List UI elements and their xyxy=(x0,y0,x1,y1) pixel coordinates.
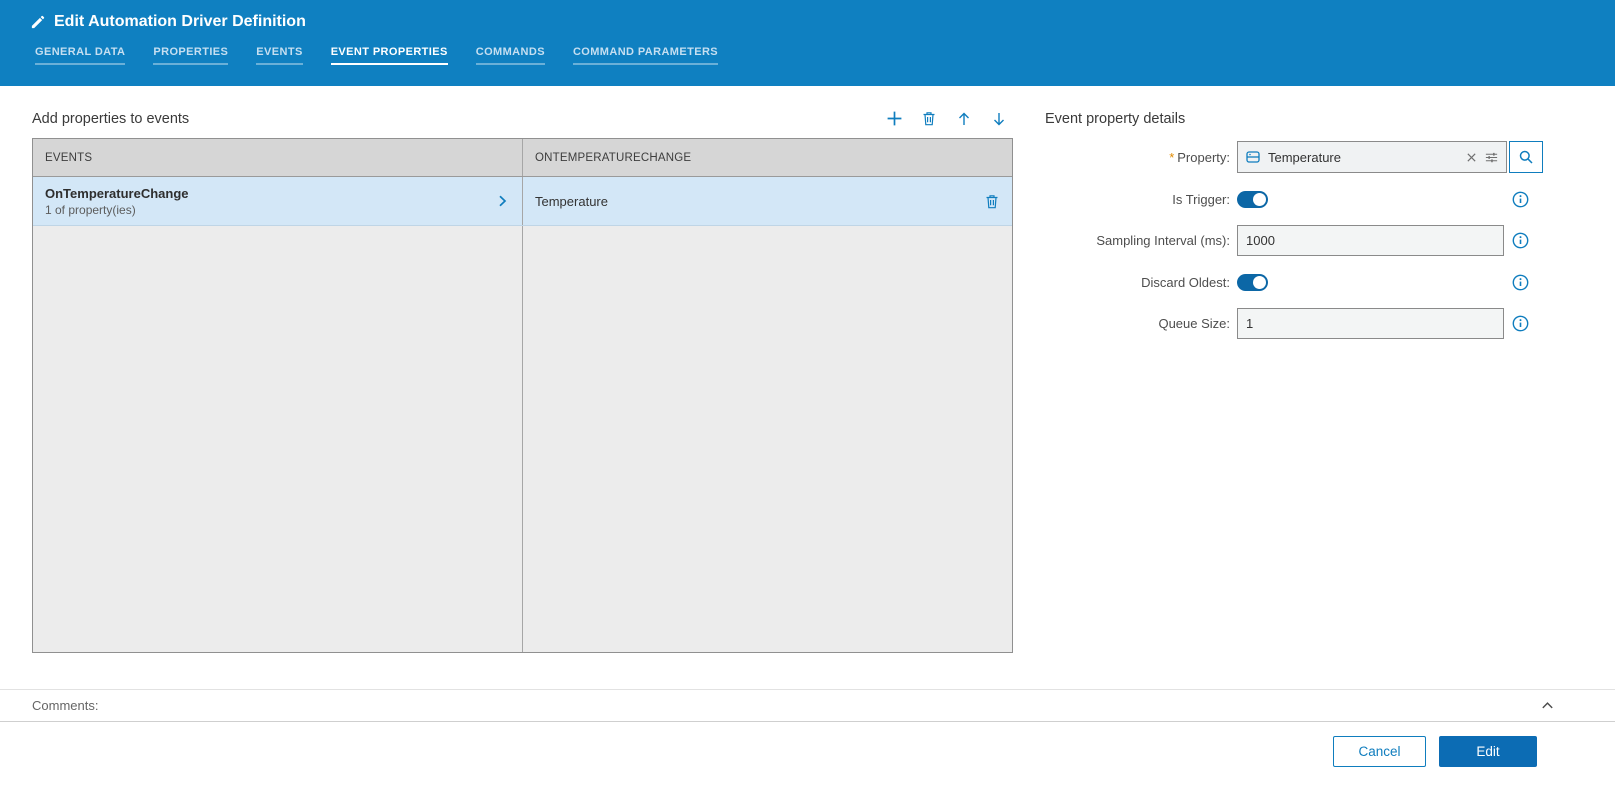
property-lookup-field[interactable]: Temperature xyxy=(1237,141,1507,173)
tab-commands[interactable]: COMMANDS xyxy=(476,46,545,65)
details-panel-title: Event property details xyxy=(1045,99,1545,138)
sampling-interval-label: Sampling Interval (ms): xyxy=(1045,233,1237,248)
column-header-ontemperaturechange: ONTEMPERATURECHANGE xyxy=(522,139,1012,176)
tab-general-data[interactable]: GENERAL DATA xyxy=(35,46,125,65)
clear-icon[interactable] xyxy=(1466,152,1477,163)
collapse-icon[interactable] xyxy=(1540,698,1555,713)
tab-event-properties[interactable]: EVENT PROPERTIES xyxy=(331,46,448,65)
title-row: Edit Automation Driver Definition xyxy=(0,0,1615,31)
tab-properties[interactable]: PROPERTIES xyxy=(153,46,228,65)
chevron-right-icon[interactable] xyxy=(494,193,510,209)
queue-size-input[interactable] xyxy=(1237,308,1504,339)
event-property-details-panel: Event property details *Property: Temper… xyxy=(1045,99,1545,339)
move-down-icon xyxy=(991,111,1007,127)
cancel-button[interactable]: Cancel xyxy=(1333,736,1426,767)
add-icon xyxy=(886,110,903,127)
tab-events[interactable]: EVENTS xyxy=(256,46,302,65)
comments-section-header[interactable]: Comments: xyxy=(0,689,1615,722)
trash-icon xyxy=(921,110,937,127)
property-row: *Property: Temperature xyxy=(1045,141,1545,173)
info-icon[interactable] xyxy=(1512,191,1529,208)
events-panel-title: Add properties to events xyxy=(32,111,189,127)
grid-toolbar xyxy=(884,109,1013,129)
queue-size-row: Queue Size: xyxy=(1045,308,1545,339)
pencil-icon xyxy=(30,15,45,30)
is-trigger-toggle[interactable] xyxy=(1237,191,1268,208)
is-trigger-label: Is Trigger: xyxy=(1045,192,1237,207)
event-property-count: 1 of property(ies) xyxy=(45,203,189,217)
property-type-icon xyxy=(1245,149,1261,165)
page-title: Edit Automation Driver Definition xyxy=(54,13,306,31)
event-name: OnTemperatureChange xyxy=(45,186,189,201)
delete-button[interactable] xyxy=(919,109,939,129)
edit-automation-driver-definition-page: Edit Automation Driver Definition GENERA… xyxy=(0,0,1615,801)
grid-empty-left xyxy=(33,226,522,652)
queue-size-label: Queue Size: xyxy=(1045,316,1237,331)
add-button[interactable] xyxy=(884,109,904,129)
property-cell[interactable]: Temperature xyxy=(522,177,1012,225)
grid-empty-right xyxy=(522,226,1012,652)
move-up-button[interactable] xyxy=(954,109,974,129)
grid-empty-area xyxy=(33,226,1012,652)
delete-property-button[interactable] xyxy=(984,193,1000,210)
move-up-icon xyxy=(956,111,972,127)
footer-actions: Cancel Edit xyxy=(1333,736,1537,767)
grid-header-row: EVENTS ONTEMPERATURECHANGE xyxy=(33,139,1012,177)
events-grid: EVENTS ONTEMPERATURECHANGE OnTemperature… xyxy=(32,138,1013,653)
tab-bar: GENERAL DATA PROPERTIES EVENTS EVENT PRO… xyxy=(0,46,1615,65)
move-down-button[interactable] xyxy=(989,109,1009,129)
info-icon[interactable] xyxy=(1512,232,1529,249)
event-text: OnTemperatureChange 1 of property(ies) xyxy=(45,186,189,217)
discard-oldest-toggle[interactable] xyxy=(1237,274,1268,291)
event-cell[interactable]: OnTemperatureChange 1 of property(ies) xyxy=(33,177,522,225)
property-name: Temperature xyxy=(535,194,608,209)
info-icon[interactable] xyxy=(1512,274,1529,291)
edit-button[interactable]: Edit xyxy=(1439,736,1537,767)
column-header-events: EVENTS xyxy=(33,139,522,176)
header: Edit Automation Driver Definition GENERA… xyxy=(0,0,1615,86)
property-search-button[interactable] xyxy=(1509,141,1543,173)
discard-oldest-row: Discard Oldest: xyxy=(1045,273,1545,291)
required-marker: * xyxy=(1169,150,1174,165)
tab-command-parameters[interactable]: COMMAND PARAMETERS xyxy=(573,46,718,65)
trash-icon xyxy=(984,193,1000,210)
property-value: Temperature xyxy=(1268,150,1459,165)
is-trigger-row: Is Trigger: xyxy=(1045,190,1545,208)
discard-oldest-label: Discard Oldest: xyxy=(1045,275,1237,290)
sampling-interval-row: Sampling Interval (ms): xyxy=(1045,225,1545,256)
filter-icon[interactable] xyxy=(1484,150,1499,165)
details-form: *Property: Temperature xyxy=(1045,141,1545,339)
property-label: *Property: xyxy=(1045,150,1237,165)
info-icon[interactable] xyxy=(1512,315,1529,332)
sampling-interval-input[interactable] xyxy=(1237,225,1504,256)
search-icon xyxy=(1518,149,1534,165)
events-panel-head: Add properties to events xyxy=(32,99,1013,138)
events-panel: Add properties to events xyxy=(32,99,1013,653)
comments-label: Comments: xyxy=(32,698,98,713)
table-row[interactable]: OnTemperatureChange 1 of property(ies) T… xyxy=(33,177,1012,226)
